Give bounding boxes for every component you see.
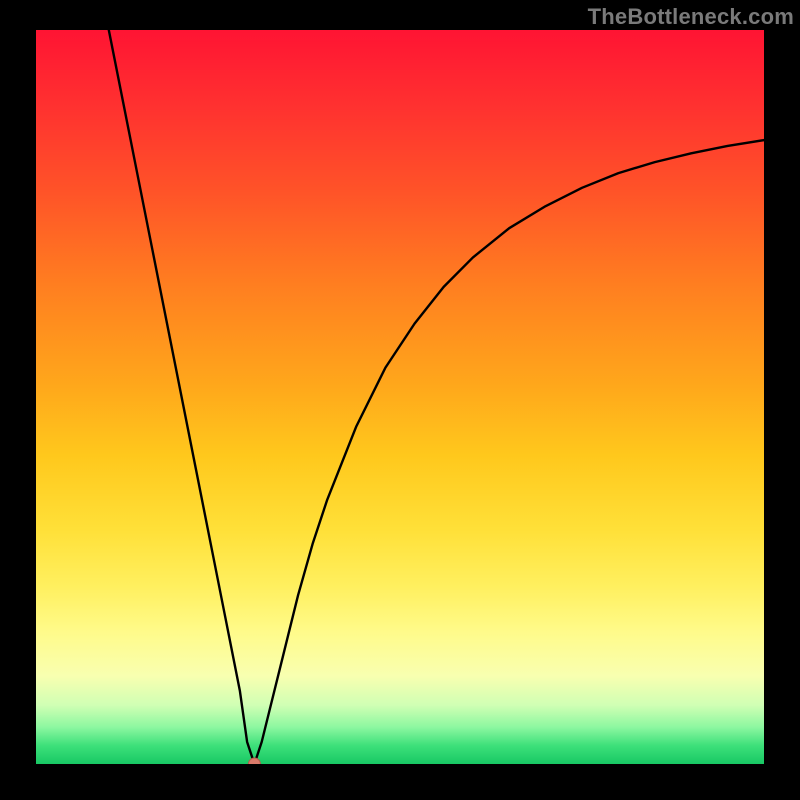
chart-frame: TheBottleneck.com [0, 0, 800, 800]
bottleneck-curve [109, 30, 764, 764]
attribution-text: TheBottleneck.com [588, 4, 794, 30]
optimum-marker [248, 758, 260, 764]
curve-layer [36, 30, 764, 764]
